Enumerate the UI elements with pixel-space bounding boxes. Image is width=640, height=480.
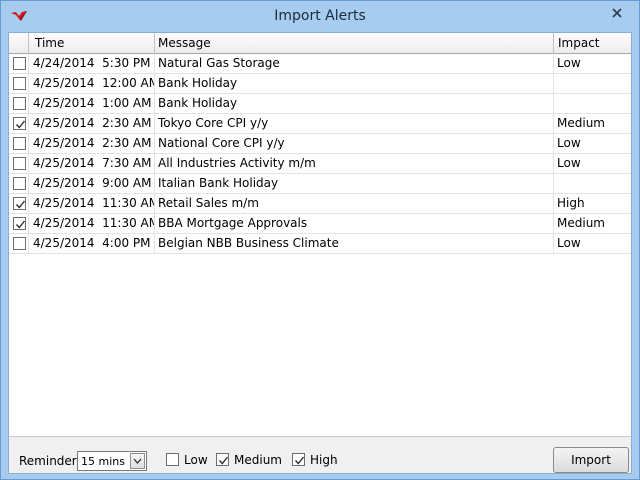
impact-cell [554,174,631,193]
row-checkbox[interactable] [13,77,26,90]
alerts-table: Time Message Impact 4/24/2014 5:30 PM Na… [9,33,631,437]
table-row[interactable]: 4/25/2014 11:30 AM Retail Sales m/m High [9,194,631,214]
row-checkbox[interactable] [13,137,26,150]
header-message[interactable]: Message [155,33,554,54]
footer-bar: Reminder 15 mins Low Medium High Import [9,438,631,474]
import-button[interactable]: Import [553,447,629,473]
close-button[interactable] [606,4,628,24]
row-checkbox[interactable] [13,117,26,130]
table-header: Time Message Impact [9,33,631,54]
impact-cell: Low [557,236,581,250]
medium-filter-checkbox[interactable] [216,453,229,466]
time-cell: 4/25/2014 11:30 AM [29,194,155,213]
high-filter-checkbox[interactable] [292,453,305,466]
impact-cell: Low [557,156,581,170]
time-cell: 4/25/2014 2:30 AM [29,134,155,153]
header-time[interactable]: Time [29,33,155,54]
message-cell: Retail Sales m/m [155,194,554,213]
message-cell: Tokyo Core CPI y/y [155,114,554,133]
table-row[interactable]: 4/24/2014 5:30 PM Natural Gas Storage Lo… [9,54,631,74]
time-cell: 4/25/2014 2:30 AM [29,114,155,133]
row-checkbox[interactable] [13,157,26,170]
time-cell: 4/25/2014 11:30 AM [29,214,155,233]
table-row[interactable]: 4/25/2014 4:00 PM Belgian NBB Business C… [9,234,631,254]
row-checkbox[interactable] [13,237,26,250]
table-row[interactable]: 4/25/2014 12:00 AM Bank Holiday [9,74,631,94]
window-title: Import Alerts [274,8,366,24]
time-cell: 4/25/2014 7:30 AM [29,154,155,173]
table-row[interactable]: 4/25/2014 2:30 AM National Core CPI y/y … [9,134,631,154]
row-checkbox[interactable] [13,177,26,190]
dialog-body: Time Message Impact 4/24/2014 5:30 PM Na… [8,32,632,474]
table-row[interactable]: 4/25/2014 9:00 AM Italian Bank Holiday [9,174,631,194]
table-body: 4/24/2014 5:30 PM Natural Gas Storage Lo… [9,54,631,254]
time-cell: 4/24/2014 5:30 PM [29,54,155,73]
impact-cell [554,74,631,93]
message-cell: All Industries Activity m/m [155,154,554,173]
row-checkbox[interactable] [13,197,26,210]
impact-cell: Low [557,136,581,150]
message-cell: Belgian NBB Business Climate [155,234,554,253]
time-cell: 4/25/2014 1:00 AM [29,94,155,113]
time-cell: 4/25/2014 9:00 AM [29,174,155,193]
table-row[interactable]: 4/25/2014 2:30 AM Tokyo Core CPI y/y Med… [9,114,631,134]
time-cell: 4/25/2014 12:00 AM [29,74,155,93]
row-checkbox[interactable] [13,97,26,110]
message-cell: National Core CPI y/y [155,134,554,153]
message-cell: Bank Holiday [155,94,554,113]
header-impact[interactable]: Impact [554,33,631,54]
reminder-label: Reminder [19,454,77,468]
time-cell: 4/25/2014 4:00 PM [29,234,155,253]
message-cell: BBA Mortgage Approvals [155,214,554,233]
table-row[interactable]: 4/25/2014 1:00 AM Bank Holiday [9,94,631,114]
import-alerts-window: Import Alerts Time Message Impact 4/24/2… [0,0,640,480]
impact-cell [554,94,631,113]
table-row[interactable]: 4/25/2014 7:30 AM All Industries Activit… [9,154,631,174]
medium-filter-label: Medium [234,453,282,467]
impact-cell: Medium [557,116,605,130]
row-checkbox[interactable] [13,57,26,70]
close-icon [612,7,622,21]
reminder-value: 15 mins [81,455,125,468]
low-filter-checkbox[interactable] [166,453,179,466]
message-cell: Bank Holiday [155,74,554,93]
low-filter-label: Low [184,453,208,467]
row-checkbox[interactable] [13,217,26,230]
header-check-column[interactable] [9,33,29,54]
impact-cell: High [557,196,585,210]
title-bar[interactable]: Import Alerts [1,1,639,32]
dropdown-button[interactable] [130,453,145,469]
impact-cell: Medium [557,216,605,230]
table-row[interactable]: 4/25/2014 11:30 AM BBA Mortgage Approval… [9,214,631,234]
reminder-select[interactable]: 15 mins [77,451,147,471]
message-cell: Natural Gas Storage [155,54,554,73]
message-cell: Italian Bank Holiday [155,174,554,193]
impact-cell: Low [557,56,581,70]
high-filter-label: High [310,453,338,467]
